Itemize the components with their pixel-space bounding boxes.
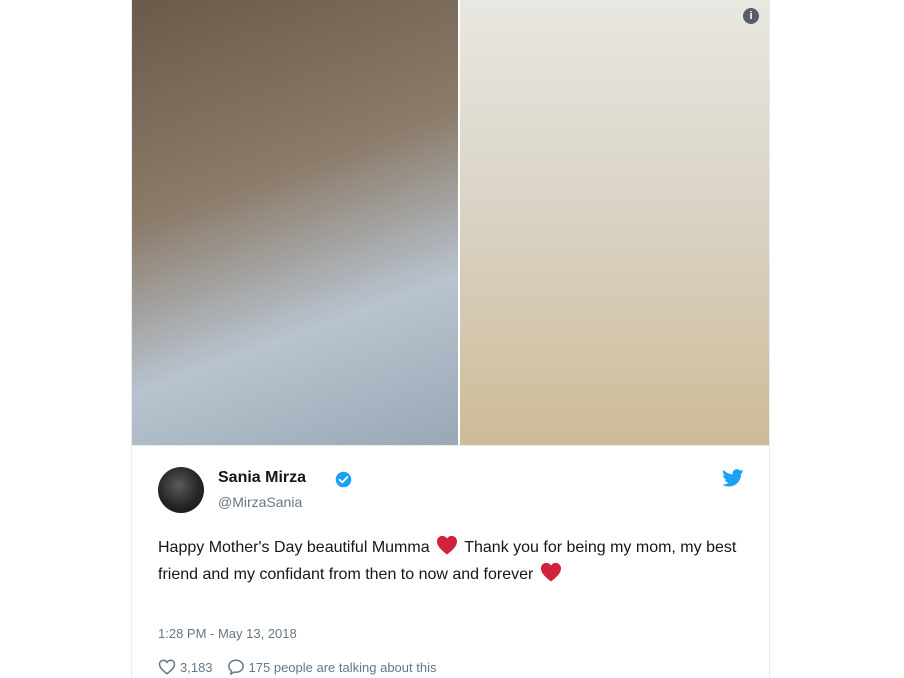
screenshot-canvas: i Sania Mirza @MirzaSania Happy Mother's… <box>0 0 904 678</box>
tweet-text: Happy Mother's Day beautiful Mumma Thank… <box>158 534 748 588</box>
avatar[interactable] <box>158 467 204 513</box>
tweet-photo-recent[interactable] <box>460 0 769 445</box>
twitter-bird-icon[interactable] <box>722 469 744 487</box>
tweet-timestamp[interactable]: 1:28 PM - May 13, 2018 <box>158 626 297 641</box>
tweet-photo-childhood[interactable] <box>132 0 458 445</box>
tweet-text-part1: Happy Mother's Day beautiful Mumma <box>158 539 430 556</box>
tweet-body: Sania Mirza @MirzaSania Happy Mother's D… <box>132 445 769 678</box>
user-handle[interactable]: @MirzaSania <box>218 494 302 510</box>
conversation-link[interactable]: 175 people are talking about this <box>249 660 437 675</box>
heart-outline-icon[interactable] <box>158 658 176 676</box>
tweet-actions: 3,183 175 people are talking about this <box>158 657 436 677</box>
embedded-tweet: i Sania Mirza @MirzaSania Happy Mother's… <box>131 0 770 678</box>
tweet-media[interactable]: i <box>132 0 769 445</box>
info-icon[interactable]: i <box>743 8 759 24</box>
display-name[interactable]: Sania Mirza <box>218 469 306 487</box>
like-count[interactable]: 3,183 <box>180 660 213 675</box>
speech-bubble-icon[interactable] <box>227 658 245 676</box>
red-heart-emoji-icon <box>437 535 458 555</box>
red-heart-emoji-icon <box>540 562 561 582</box>
verified-badge-icon <box>335 471 352 488</box>
